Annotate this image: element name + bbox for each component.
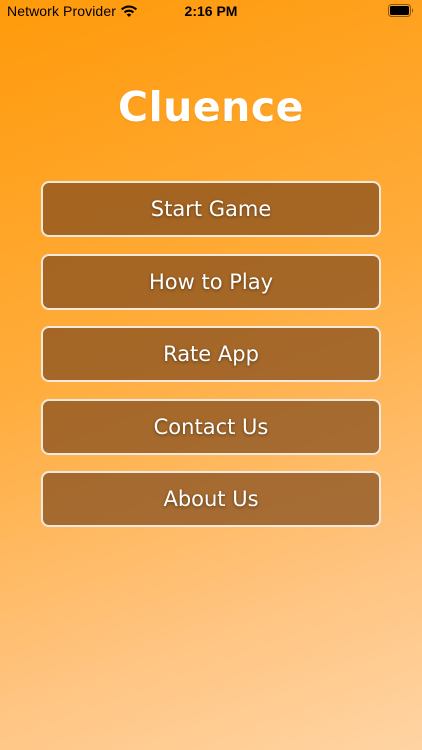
about-us-button[interactable]: About Us [41, 471, 381, 527]
status-time: 2:16 PM [184, 3, 238, 19]
battery-icon [388, 4, 414, 17]
how-to-play-button[interactable]: How to Play [41, 253, 381, 310]
contact-us-button[interactable]: Contact Us [41, 398, 381, 455]
status-bar: Network Provider 2:16 PM [0, 0, 422, 22]
rate-app-button[interactable]: Rate App [41, 326, 381, 382]
app-title: Cluence [118, 83, 304, 131]
main-menu: Start Game How to Play Rate App Contact … [41, 181, 381, 544]
start-game-button[interactable]: Start Game [41, 181, 381, 237]
